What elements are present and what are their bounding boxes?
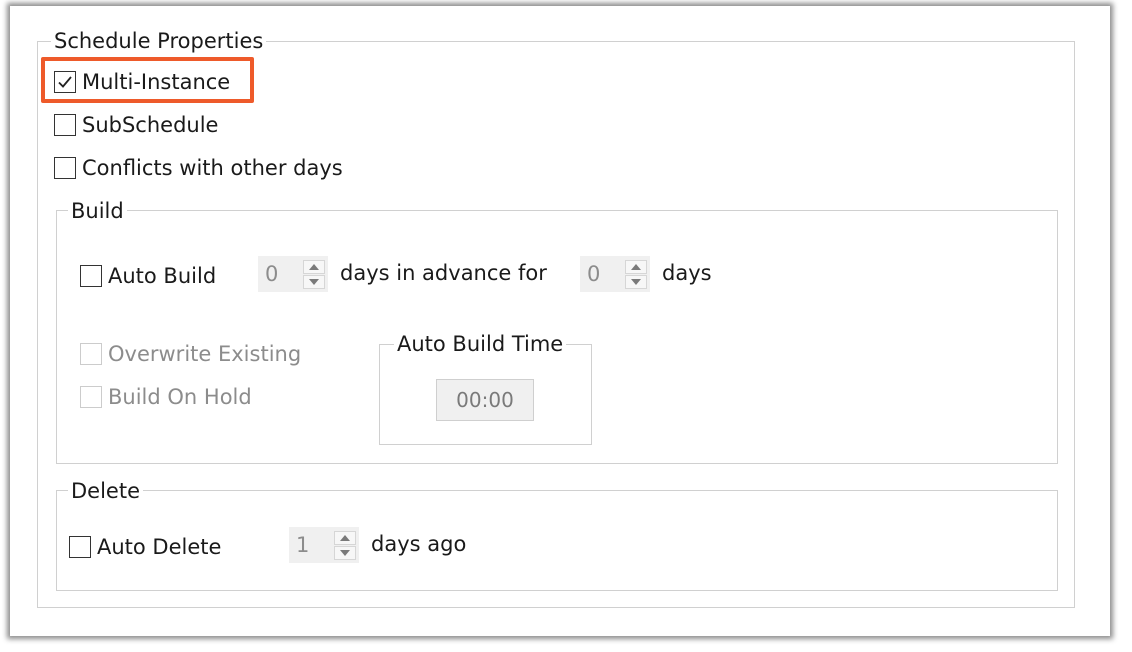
conflicts-label: Conflicts with other days: [82, 156, 343, 180]
overwrite-existing-label: Overwrite Existing: [108, 342, 302, 366]
auto-delete-label: Auto Delete: [97, 535, 222, 559]
spin-down-button[interactable]: [334, 545, 357, 560]
arrow-down-icon: [340, 549, 351, 556]
days-ago-spinner[interactable]: 1: [289, 527, 359, 563]
checkbox-box: [54, 71, 76, 93]
delete-title: Delete: [68, 478, 143, 504]
build-title: Build: [68, 198, 127, 224]
auto-build-checkbox[interactable]: Auto Build: [80, 263, 216, 289]
spinner-value: 0: [265, 262, 279, 286]
auto-delete-checkbox[interactable]: Auto Delete: [69, 534, 221, 560]
auto-build-time-title: Auto Build Time: [394, 331, 567, 357]
checkbox-box: [54, 114, 76, 136]
build-on-hold-label: Build On Hold: [108, 385, 252, 409]
days-text: days: [662, 261, 712, 285]
checkbox-box: [69, 536, 91, 558]
spin-down-button[interactable]: [625, 274, 648, 289]
subschedule-checkbox[interactable]: SubSchedule: [54, 112, 218, 138]
multi-instance-label: Multi-Instance: [82, 70, 231, 94]
spin-up-button[interactable]: [625, 259, 648, 274]
arrow-up-icon: [340, 534, 351, 541]
schedule-properties-title: Schedule Properties: [51, 28, 267, 54]
spinner-arrows: [333, 528, 358, 562]
subschedule-label: SubSchedule: [82, 113, 219, 137]
checkbox-box: [80, 265, 102, 287]
arrow-up-icon: [309, 263, 320, 270]
arrow-down-icon: [309, 278, 320, 285]
conflicts-checkbox[interactable]: Conflicts with other days: [54, 155, 343, 181]
overwrite-existing-checkbox[interactable]: Overwrite Existing: [80, 341, 301, 367]
spinner-value: 1: [296, 533, 310, 557]
arrow-down-icon: [631, 278, 642, 285]
arrow-up-icon: [631, 263, 642, 270]
days-in-advance-text: days in advance for: [340, 261, 547, 285]
spinner-arrows: [302, 257, 327, 291]
days-in-advance-spinner[interactable]: 0: [258, 256, 328, 292]
auto-build-time-input[interactable]: 00:00: [436, 379, 534, 421]
spin-up-button[interactable]: [303, 259, 326, 274]
days-ago-text: days ago: [371, 532, 467, 556]
multi-instance-checkbox[interactable]: Multi-Instance: [54, 69, 230, 95]
days-spinner[interactable]: 0: [580, 256, 650, 292]
dialog-frame: Schedule Properties Multi-Instance SubSc…: [10, 6, 1110, 636]
spin-up-button[interactable]: [334, 530, 357, 545]
checkbox-box: [80, 386, 102, 408]
spinner-value: 0: [587, 262, 601, 286]
spinner-arrows: [624, 257, 649, 291]
build-on-hold-checkbox[interactable]: Build On Hold: [80, 384, 252, 410]
checkbox-box: [80, 343, 102, 365]
checkbox-box: [54, 157, 76, 179]
checkmark-icon: [58, 76, 72, 88]
spin-down-button[interactable]: [303, 274, 326, 289]
auto-build-label: Auto Build: [108, 264, 217, 288]
